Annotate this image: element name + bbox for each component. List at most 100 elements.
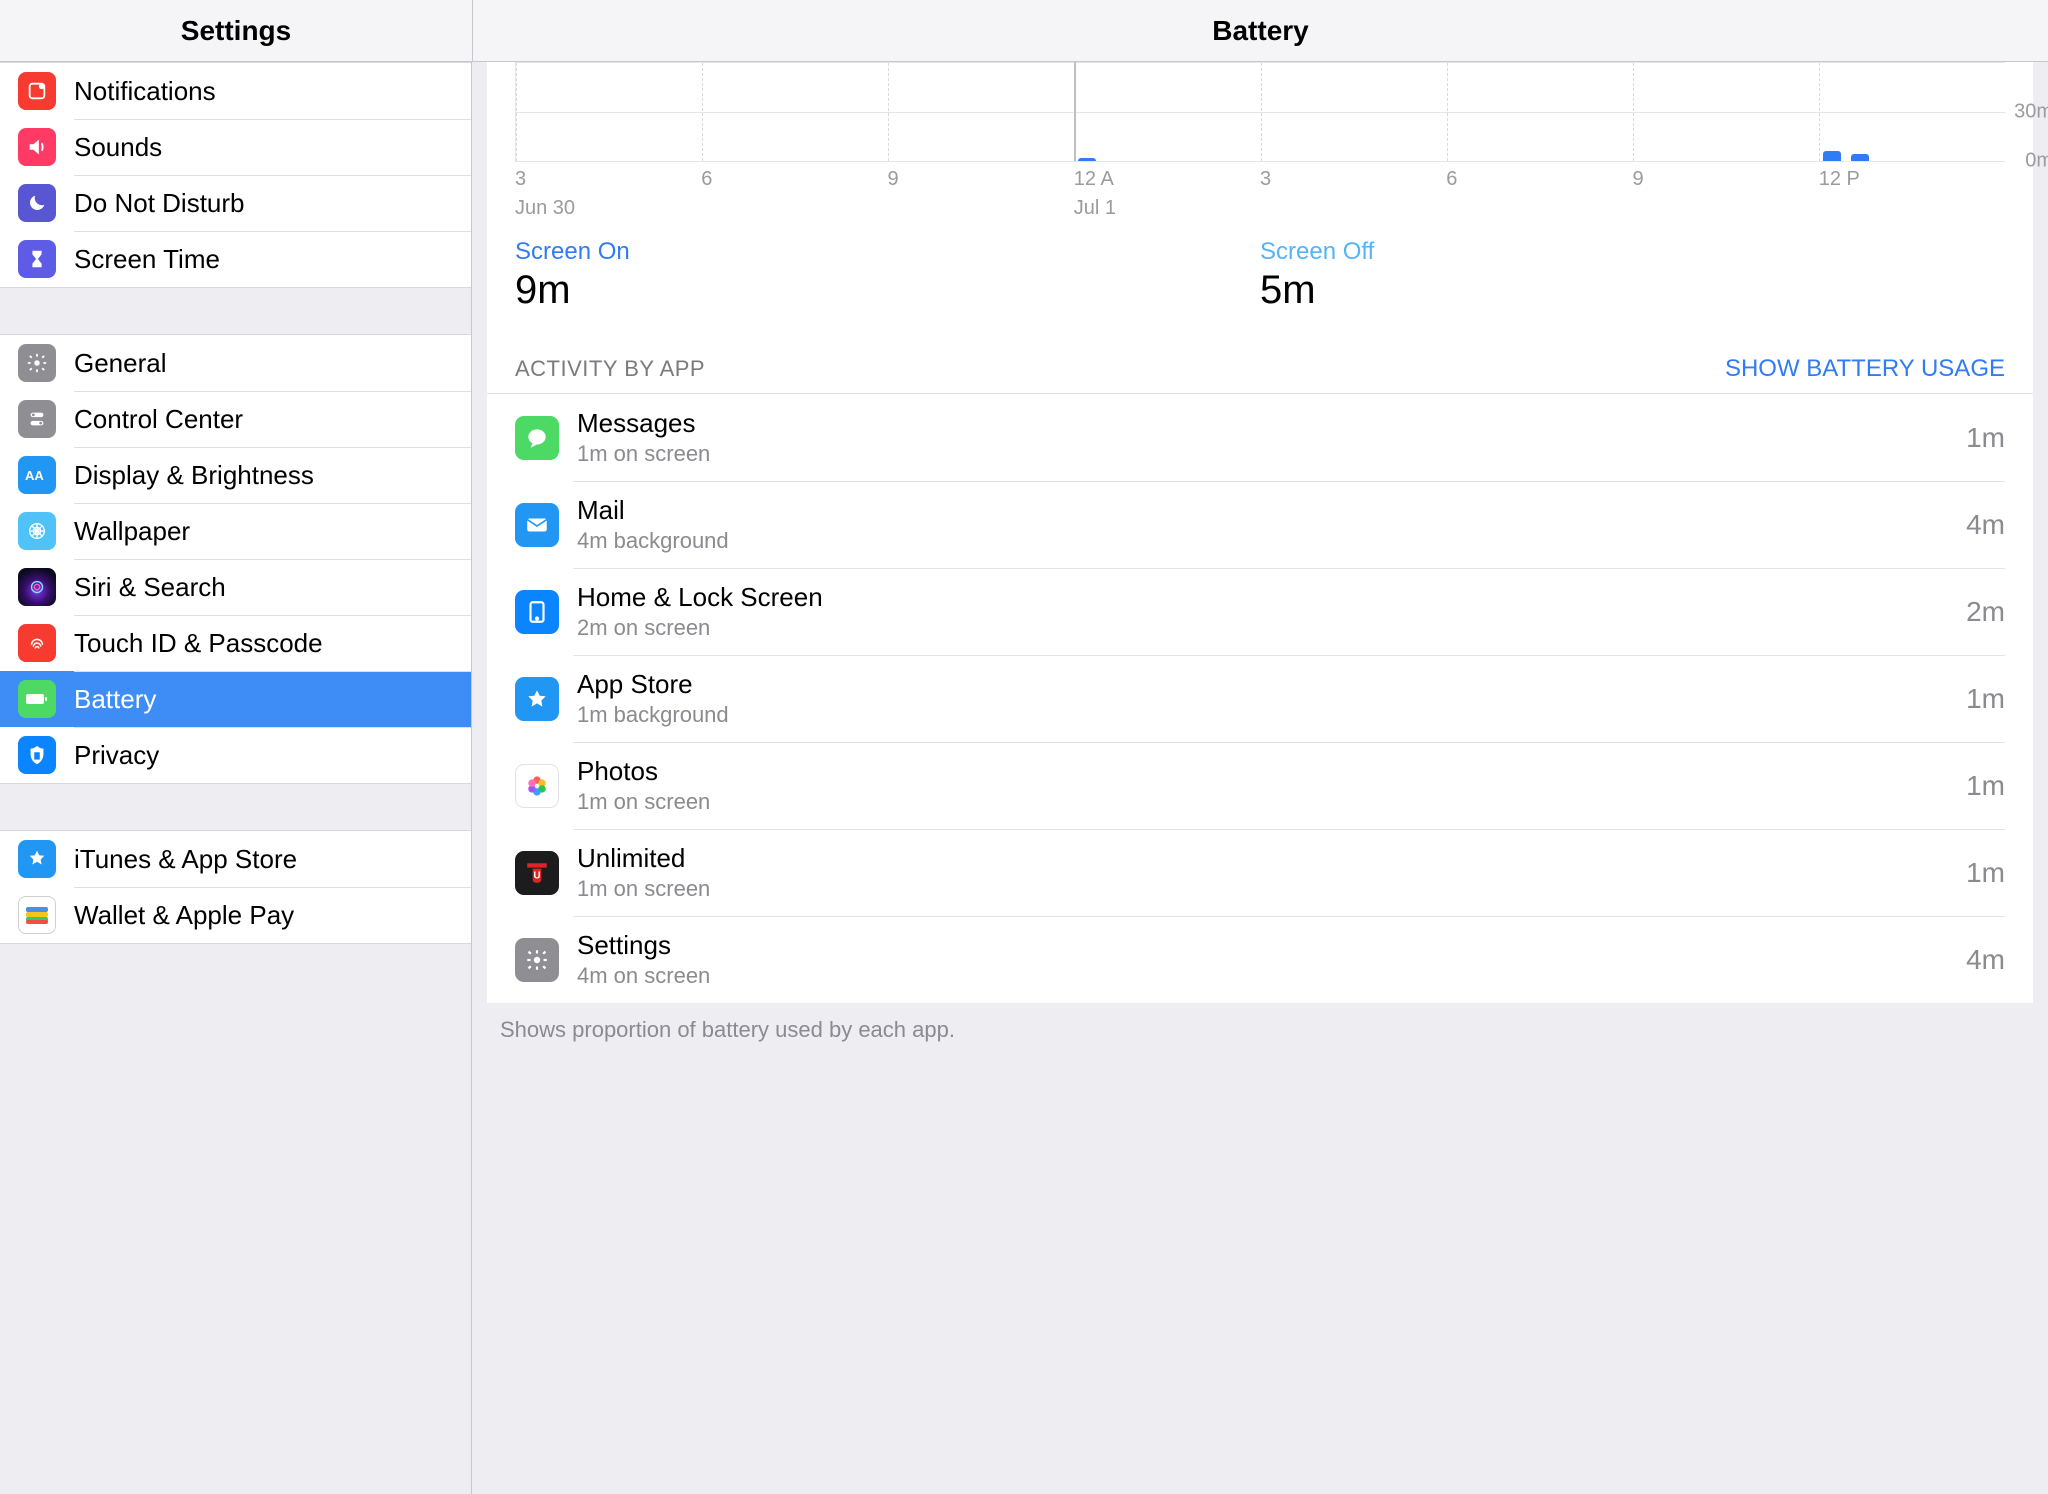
touchid-icon [18, 624, 56, 662]
app-subtitle: 2m on screen [577, 615, 1966, 641]
stat-screen-off-value: 5m [1260, 268, 2005, 313]
settings-sidebar: Notifications Sounds Do Not Disturb Screen … [0, 62, 472, 1494]
sidebar-item-wallet[interactable]: Wallet & Apple Pay [0, 887, 471, 943]
app-name: Photos [577, 756, 1966, 787]
display-icon: AA [18, 456, 56, 494]
detail-title: Battery [472, 0, 2048, 61]
sidebar-item-label: Privacy [74, 740, 471, 771]
sidebar-title: Settings [0, 0, 472, 61]
app-name: Messages [577, 408, 1966, 439]
app-subtitle: 1m on screen [577, 876, 1966, 902]
app-row-mail[interactable]: Mail4m background4m [487, 481, 2033, 568]
stat-screen-on-value: 9m [515, 268, 1260, 313]
sidebar-item-screentime[interactable]: Screen Time [0, 231, 471, 287]
notifications-icon [18, 72, 56, 110]
screentime-icon [18, 240, 56, 278]
sidebar-item-siri[interactable]: Siri & Search [0, 559, 471, 615]
general-icon [18, 344, 56, 382]
app-row-photos[interactable]: Photos1m on screen1m [487, 742, 2033, 829]
activity-section-header: ACTIVITY BY APP SHOW BATTERY USAGE [487, 335, 2033, 393]
sidebar-item-label: Notifications [74, 76, 471, 107]
sounds-icon [18, 128, 56, 166]
appstore-icon [515, 677, 559, 721]
sidebar-item-label: Touch ID & Passcode [74, 628, 471, 659]
stat-screen-on-label: Screen On [515, 238, 1260, 266]
stat-screen-on: Screen On 9m [515, 238, 1260, 313]
chart-ylabel-0m: 0m [2025, 150, 2048, 173]
battery-card: 30m 0m 36912 A36912 P Jun 30 Jul 1 Scree… [487, 62, 2033, 1003]
chart-date-left: Jun 30 [515, 197, 701, 220]
activity-section-title: ACTIVITY BY APP [515, 356, 705, 382]
activity-chart-wrap: 30m 0m 36912 A36912 P Jun 30 Jul 1 [487, 62, 2033, 220]
sidebar-item-label: Control Center [74, 404, 471, 435]
app-value: 1m [1966, 683, 2005, 715]
sidebar-item-sounds[interactable]: Sounds [0, 119, 471, 175]
sidebar-item-label: Display & Brightness [74, 460, 471, 491]
stat-screen-off: Screen Off 5m [1260, 238, 2005, 313]
app-row-unlimited[interactable]: U Unlimited1m on screen1m [487, 829, 2033, 916]
chart-xaxis: 36912 A36912 P [515, 162, 2005, 191]
itunes-icon [18, 840, 56, 878]
show-battery-usage-button[interactable]: SHOW BATTERY USAGE [1725, 355, 2005, 383]
sidebar-item-label: Do Not Disturb [74, 188, 471, 219]
app-subtitle: 1m on screen [577, 789, 1966, 815]
mail-icon [515, 503, 559, 547]
sidebar-item-general[interactable]: General [0, 335, 471, 391]
chart-xtick: 12 P [1819, 168, 2005, 191]
sidebar-item-controlcenter[interactable]: Control Center [0, 391, 471, 447]
app-name: Mail [577, 495, 1966, 526]
chart-xtick: 12 A [1074, 168, 1260, 191]
app-subtitle: 4m on screen [577, 963, 1966, 989]
sidebar-item-label: Wallpaper [74, 516, 471, 547]
sidebar-item-notifications[interactable]: Notifications [0, 63, 471, 119]
sidebar-item-label: Wallet & Apple Pay [74, 900, 471, 931]
sidebar-item-label: General [74, 348, 471, 379]
app-value: 4m [1966, 944, 2005, 976]
app-row-messages[interactable]: Messages1m on screen1m [487, 394, 2033, 481]
sidebar-item-touchid[interactable]: Touch ID & Passcode [0, 615, 471, 671]
wallpaper-icon [18, 512, 56, 550]
activity-app-list: Messages1m on screen1mMail4m background4… [487, 393, 2033, 1003]
chart-xtick: 6 [1446, 168, 1632, 191]
chart-bar [1823, 151, 1841, 161]
app-row-settings[interactable]: Settings4m on screen4m [487, 916, 2033, 1003]
app-row-appstore[interactable]: App Store1m background1m [487, 655, 2033, 742]
sidebar-item-label: Siri & Search [74, 572, 471, 603]
footer-note: Shows proportion of battery used by each… [472, 1003, 2048, 1057]
siri-icon [18, 568, 56, 606]
chart-xtick: 6 [701, 168, 887, 191]
sidebar-item-privacy[interactable]: Privacy [0, 727, 471, 783]
app-name: Unlimited [577, 843, 1966, 874]
svg-text:U: U [533, 870, 540, 881]
chart-date-labels: Jun 30 Jul 1 [515, 191, 2005, 220]
chart-date-right: Jul 1 [1074, 197, 1260, 220]
sidebar-item-label: Battery [74, 684, 471, 715]
chart-xtick: 3 [515, 168, 701, 191]
controlcenter-icon [18, 400, 56, 438]
header-bar: Settings Battery [0, 0, 2048, 62]
sidebar-item-dnd[interactable]: Do Not Disturb [0, 175, 471, 231]
home-icon [515, 590, 559, 634]
dnd-icon [18, 184, 56, 222]
sidebar-item-wallpaper[interactable]: Wallpaper [0, 503, 471, 559]
activity-chart: 30m 0m [515, 62, 2005, 162]
unlimited-icon: U [515, 851, 559, 895]
app-subtitle: 1m on screen [577, 441, 1966, 467]
sidebar-item-battery[interactable]: Battery [0, 671, 471, 727]
app-name: Settings [577, 930, 1966, 961]
messages-icon [515, 416, 559, 460]
chart-xtick: 3 [1260, 168, 1446, 191]
sidebar-item-label: Screen Time [74, 244, 471, 275]
battery-detail: 30m 0m 36912 A36912 P Jun 30 Jul 1 Scree… [472, 62, 2048, 1494]
app-name: Home & Lock Screen [577, 582, 1966, 613]
app-subtitle: 1m background [577, 702, 1966, 728]
settings-icon [515, 938, 559, 982]
photos-icon [515, 764, 559, 808]
content: Notifications Sounds Do Not Disturb Screen … [0, 62, 2048, 1494]
wallet-icon [18, 896, 56, 934]
sidebar-item-display[interactable]: AA Display & Brightness [0, 447, 471, 503]
app-value: 1m [1966, 857, 2005, 889]
sidebar-item-itunes[interactable]: iTunes & App Store [0, 831, 471, 887]
privacy-icon [18, 736, 56, 774]
app-row-home[interactable]: Home & Lock Screen2m on screen2m [487, 568, 2033, 655]
